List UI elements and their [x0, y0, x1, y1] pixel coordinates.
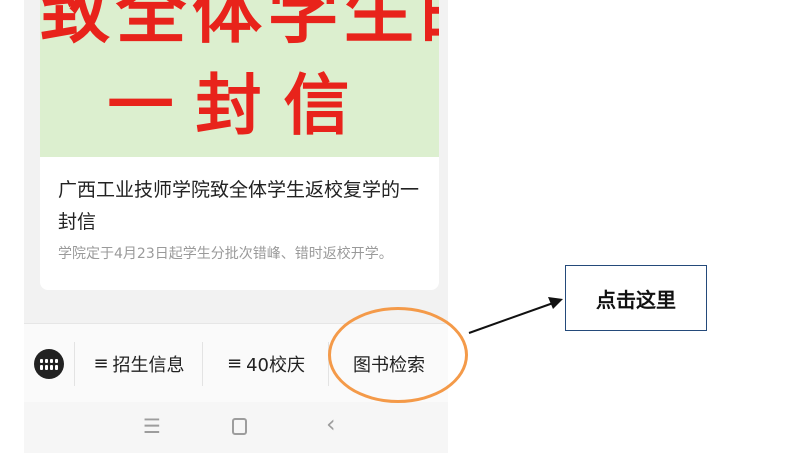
instruction-callout: 点击这里 — [565, 265, 707, 331]
pointer-arrow — [468, 297, 563, 334]
